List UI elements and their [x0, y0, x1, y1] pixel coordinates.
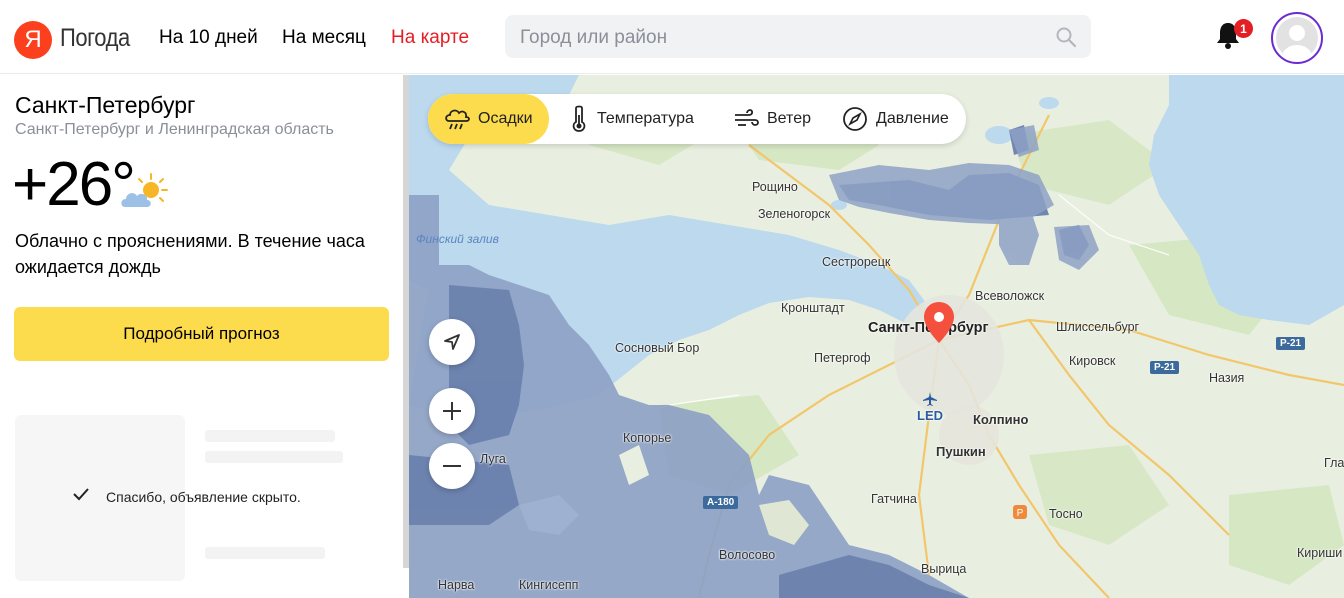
pressure-icon: [843, 107, 867, 131]
map-label-vyritsa: Вырица: [921, 562, 967, 576]
map-label-kirovsk: Кировск: [1069, 354, 1116, 368]
nav-10-days[interactable]: На 10 дней: [159, 27, 258, 49]
nav-month[interactable]: На месяц: [282, 27, 366, 49]
map-label-kronshtadt: Кронштадт: [781, 301, 845, 315]
locate-icon: [444, 334, 460, 350]
map-layer-switcher: Осадки Температура Ветер Давление: [428, 94, 966, 144]
search-icon[interactable]: [1055, 26, 1077, 48]
map-label-shlisselburg: Шлиссельбург: [1056, 320, 1140, 334]
layer-temperature[interactable]: Температура: [569, 94, 694, 144]
search-placeholder: Город или район: [520, 27, 668, 48]
header: Я Погода На 10 дней На месяц На карте Го…: [0, 0, 1344, 74]
layer-label: Осадки: [478, 110, 533, 127]
yandex-logo[interactable]: Я: [14, 21, 52, 59]
wind-icon: [735, 109, 759, 126]
precipitation-icon: [445, 109, 470, 130]
layer-precipitation[interactable]: Осадки: [428, 94, 549, 144]
ad-hidden-message: Спасибо, объявление скрыто.: [106, 489, 301, 505]
fuel-station-icon: P: [1013, 505, 1027, 519]
map-label-sosnovy-bor: Сосновый Бор: [615, 341, 700, 355]
map-label-nazia: Назия: [1209, 371, 1245, 385]
partly-cloudy-icon: [121, 173, 168, 207]
logo-text[interactable]: Погода: [60, 24, 130, 53]
map-label-tosno: Тосно: [1049, 507, 1083, 521]
map-base: [409, 75, 1344, 598]
ad-ghost-line: [205, 547, 325, 559]
nav-map[interactable]: На карте: [391, 27, 469, 49]
layer-label: Давление: [876, 110, 949, 127]
road-shield: Р-21: [1276, 337, 1306, 350]
map-label-kirishi: Кириши: [1297, 546, 1343, 560]
checkmark-icon: [73, 488, 89, 501]
zoom-in-button[interactable]: [429, 388, 475, 434]
detailed-forecast-button[interactable]: Подробный прогноз: [14, 307, 389, 361]
avatar-placeholder-icon: [1276, 17, 1318, 59]
search-input[interactable]: Город или район: [505, 15, 1091, 58]
map-label-gatchina: Гатчина: [871, 492, 917, 506]
map-label-narva: Нарва: [438, 578, 475, 592]
ad-ghost-line: [205, 430, 335, 442]
zoom-out-button[interactable]: [429, 443, 475, 489]
region-name[interactable]: Санкт-Петербург и Ленинградская область: [15, 121, 334, 139]
zoom-in-icon: [443, 402, 461, 420]
map-label-kingisepp: Кингисепп: [519, 578, 579, 592]
map-label-sestroretsk: Сестрорецк: [822, 255, 891, 269]
weather-map[interactable]: Финский залив Рощино Зеленогорск Сестрор…: [409, 75, 1344, 598]
weather-description: Облачно с прояснениями. В течение часа о…: [15, 231, 365, 277]
map-label-volosovo: Волосово: [719, 548, 776, 562]
map-label-pushkin: Пушкин: [936, 444, 986, 459]
map-label-zelenogorsk: Зеленогорск: [758, 207, 831, 221]
avatar[interactable]: [1271, 12, 1323, 64]
ad-ghost-line: [205, 451, 343, 463]
map-label-roshchino: Рощино: [752, 180, 798, 194]
map-label-kolpino: Колпино: [973, 412, 1029, 427]
map-label-gla: Гла: [1324, 456, 1344, 470]
map-label-led: LED: [917, 408, 943, 423]
city-name: Санкт-Петербург: [15, 92, 196, 118]
layer-wind[interactable]: Ветер: [733, 94, 811, 144]
zoom-out-icon: [443, 465, 461, 467]
notification-badge: 1: [1234, 19, 1253, 38]
locate-me-button[interactable]: [429, 319, 475, 365]
map-label-vsevolozhsk: Всеволожск: [975, 289, 1045, 303]
map-label-gulf: Финский залив: [416, 232, 499, 246]
road-shield: Р-21: [1150, 361, 1180, 374]
thermometer-icon: [572, 105, 586, 132]
map-label-luga: Луга: [480, 452, 506, 466]
svg-text:P: P: [1017, 508, 1024, 519]
layer-label: Температура: [597, 110, 694, 127]
weather-panel: Санкт-Петербург Санкт-Петербург и Ленинг…: [0, 75, 404, 598]
current-temperature: +26°: [12, 150, 136, 219]
map-label-petergof: Петергоф: [814, 351, 871, 365]
road-shield: А-180: [703, 496, 739, 509]
airport-icon: [923, 392, 937, 406]
map-label-koporye: Копорье: [623, 431, 672, 445]
location-pin-icon[interactable]: [923, 301, 955, 345]
layer-label: Ветер: [767, 110, 811, 127]
layer-pressure[interactable]: Давление: [842, 94, 949, 144]
